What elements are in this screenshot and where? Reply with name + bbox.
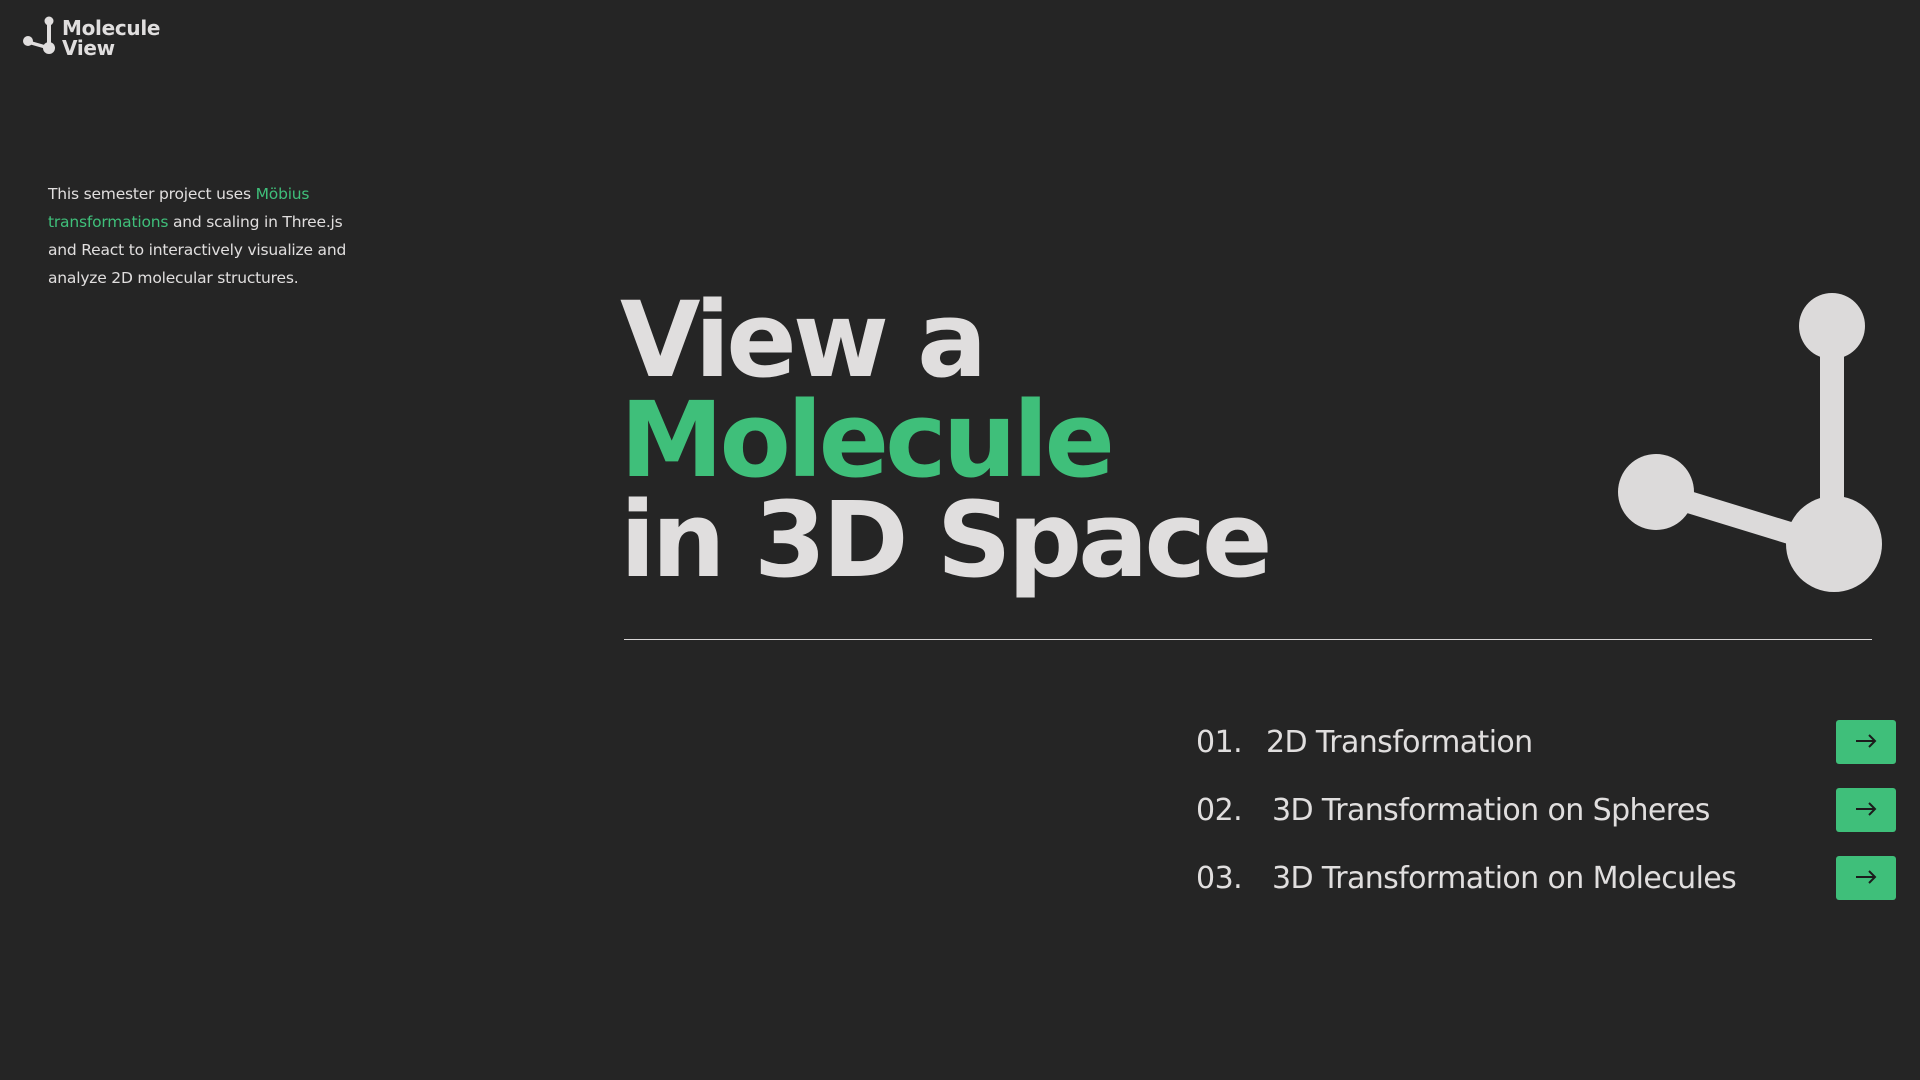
intro-prefix: This semester project uses <box>48 185 256 203</box>
item-number: 03. <box>1196 860 1243 896</box>
item-label[interactable]: 3D Transformation on Molecules <box>1272 861 1737 896</box>
logo-line-2: View <box>62 36 115 60</box>
logo-line-1: Molecule <box>62 16 161 40</box>
item-label[interactable]: 3D Transformation on Spheres <box>1272 793 1710 828</box>
list-item[interactable]: 01. 2D Transformation <box>1196 720 1896 764</box>
item-number: 02. <box>1196 792 1243 828</box>
molecule-icon <box>22 16 56 56</box>
transformation-list: 01. 2D Transformation 02. 3D Transformat… <box>1196 720 1896 924</box>
logo-text: Molecule View <box>62 18 160 58</box>
logo[interactable]: Molecule View <box>22 16 160 58</box>
go-2d-transformation-button[interactable] <box>1836 720 1896 764</box>
arrow-right-icon <box>1855 733 1877 751</box>
molecule-illustration-icon <box>1604 288 1884 612</box>
hero-line-3: in 3D Space <box>620 479 1273 601</box>
item-number: 01. <box>1196 724 1243 760</box>
go-3d-molecules-button[interactable] <box>1836 856 1896 900</box>
arrow-right-icon <box>1855 801 1877 819</box>
hero-title: View a Molecule in 3D Space <box>620 279 1273 601</box>
intro-paragraph: This semester project uses Möbius transf… <box>48 180 358 292</box>
hero-line-1: View a <box>620 279 987 401</box>
page: Molecule View This semester project uses… <box>0 0 1920 1080</box>
go-3d-spheres-button[interactable] <box>1836 788 1896 832</box>
list-item[interactable]: 02. 3D Transformation on Spheres <box>1196 788 1896 832</box>
arrow-right-icon <box>1855 869 1877 887</box>
list-item[interactable]: 03. 3D Transformation on Molecules <box>1196 856 1896 900</box>
item-label[interactable]: 2D Transformation <box>1266 725 1533 760</box>
divider <box>624 639 1872 640</box>
hero-line-2: Molecule <box>620 379 1115 501</box>
